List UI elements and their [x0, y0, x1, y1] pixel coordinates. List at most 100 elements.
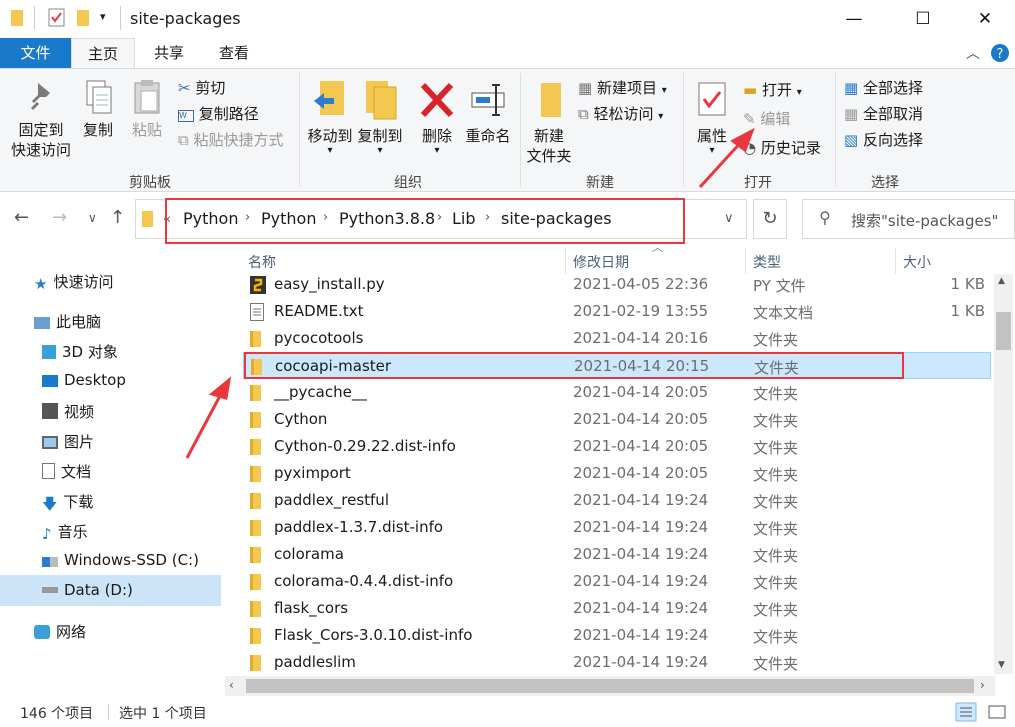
- up-arrow-icon[interactable]: ↑: [110, 207, 125, 228]
- edit-button[interactable]: ✎ 编辑: [743, 109, 790, 129]
- new-folder-button[interactable]: 新建 文件夹: [525, 79, 573, 166]
- select-all-button[interactable]: ▦ 全部选择: [844, 78, 923, 98]
- file-name: flask_cors: [274, 599, 349, 617]
- move-to-label: 移动到: [307, 127, 353, 145]
- delete-icon: [420, 82, 454, 118]
- tab-share[interactable]: 共享: [138, 38, 200, 68]
- nav-downloads[interactable]: 🡇 下载: [42, 491, 94, 513]
- easy-access-label: 轻松访问: [593, 105, 654, 123]
- column-header-date[interactable]: 修改日期: [573, 252, 629, 272]
- window-title: site-packages: [130, 9, 241, 28]
- invert-selection-button[interactable]: ▧ 反向选择: [844, 130, 923, 150]
- file-row[interactable]: easy_install.py 2021-04-05 22:36 PY 文件 1 KB: [243, 271, 991, 298]
- history-button[interactable]: ◔ 历史记录: [743, 138, 821, 158]
- nav-drive-c[interactable]: Windows-SSD (C:): [42, 551, 199, 569]
- paste-shortcut-button[interactable]: ⧉ 粘贴快捷方式: [178, 130, 284, 150]
- copy-path-button[interactable]: W 复制路径: [178, 104, 259, 124]
- vertical-scroll-thumb[interactable]: [996, 312, 1011, 350]
- nav-music[interactable]: ♪ 音乐: [42, 521, 88, 543]
- address-dropdown-icon[interactable]: ∨: [724, 211, 734, 226]
- close-button[interactable]: ✕: [962, 0, 1008, 38]
- file-row[interactable]: README.txt 2021-02-19 13:55 文本文档 1 KB: [243, 298, 991, 325]
- desktop-icon: [42, 375, 58, 387]
- nav-pictures[interactable]: 图片: [42, 431, 94, 452]
- file-row[interactable]: paddlex-1.3.7.dist-info 2021-04-14 19:24 文…: [243, 514, 991, 541]
- column-header-size[interactable]: 大小: [903, 252, 931, 272]
- nav-label: 下载: [63, 493, 94, 511]
- nav-drive-d[interactable]: Data (D:): [42, 581, 133, 599]
- column-header-name[interactable]: 名称: [248, 252, 276, 272]
- file-row[interactable]: Flask_Cors-3.0.10.dist-info 2021-04-14 19…: [243, 622, 991, 649]
- open-button[interactable]: ▬ 打开 ▾: [743, 80, 802, 103]
- dropdown-arrow-icon: ▾: [709, 145, 715, 156]
- easy-access-icon: ⧉: [578, 105, 589, 123]
- copy-to-button[interactable]: 复制到 ▾: [356, 79, 404, 156]
- nav-3d-objects[interactable]: 3D 对象: [42, 341, 118, 362]
- easy-access-button[interactable]: ⧉ 轻松访问 ▾: [578, 104, 663, 127]
- nav-documents[interactable]: 文档: [42, 461, 91, 482]
- file-row[interactable]: flask_cors 2021-04-14 19:24 文件夹: [243, 595, 991, 622]
- cut-button[interactable]: ✂ 剪切: [178, 78, 225, 98]
- customize-quick-access-icon[interactable]: ▾: [100, 10, 106, 23]
- paste-label: 粘贴: [131, 121, 162, 139]
- new-folder-label-1: 新建: [533, 127, 564, 145]
- copy-button[interactable]: 复制: [78, 79, 118, 140]
- file-type: 文件夹: [753, 520, 799, 538]
- move-to-button[interactable]: 移动到 ▾: [306, 79, 354, 156]
- tab-file[interactable]: 文件: [0, 38, 71, 68]
- rename-button[interactable]: 重命名: [463, 79, 513, 146]
- history-label: 历史记录: [760, 139, 821, 157]
- refresh-button[interactable]: ↻: [753, 199, 787, 239]
- file-date: 2021-04-14 19:24: [573, 599, 709, 617]
- horizontal-scroll-thumb[interactable]: [246, 679, 974, 693]
- nav-this-pc[interactable]: 此电脑: [34, 311, 101, 332]
- windows-drive-icon: [42, 557, 58, 567]
- file-row[interactable]: paddleslim 2021-04-14 19:24 文件夹: [243, 649, 991, 676]
- tab-home[interactable]: 主页: [71, 38, 135, 69]
- nav-desktop[interactable]: Desktop: [42, 371, 126, 389]
- scroll-left-icon[interactable]: ‹: [229, 678, 234, 692]
- properties-icon[interactable]: [48, 8, 66, 28]
- nav-quick-access[interactable]: ★ 快速访问: [34, 271, 113, 293]
- new-item-button[interactable]: ▦ 新建项目 ▾: [578, 78, 667, 101]
- pin-quick-access-button[interactable]: 固定到 快速访问: [6, 79, 76, 160]
- details-view-icon[interactable]: [955, 702, 977, 722]
- nav-videos[interactable]: 视频: [42, 401, 94, 422]
- delete-button[interactable]: 删除 ▾: [417, 79, 457, 156]
- recent-locations-chevron-icon[interactable]: ∨: [88, 211, 97, 225]
- file-row[interactable]: colorama-0.4.4.dist-info 2021-04-14 19:24…: [243, 568, 991, 595]
- scroll-down-icon[interactable]: ▼: [998, 660, 1005, 670]
- paste-button[interactable]: 粘贴: [127, 79, 167, 140]
- copy-to-label: 复制到: [357, 127, 403, 145]
- file-row[interactable]: __pycache__ 2021-04-14 20:05 文件夹: [243, 379, 991, 406]
- file-row[interactable]: paddlex_restful 2021-04-14 19:24 文件夹: [243, 487, 991, 514]
- new-folder-label-2: 文件夹: [526, 147, 572, 165]
- select-none-button[interactable]: ▦ 全部取消: [844, 104, 923, 124]
- file-row[interactable]: colorama 2021-04-14 19:24 文件夹: [243, 541, 991, 568]
- properties-button[interactable]: 属性 ▾: [690, 79, 734, 156]
- search-input[interactable]: ⚲ 搜索"site-packages": [802, 199, 1015, 239]
- forward-arrow-icon[interactable]: →: [52, 207, 67, 228]
- folder-icon: [250, 492, 262, 514]
- drive-icon: [42, 587, 58, 593]
- scroll-right-icon[interactable]: ›: [980, 678, 985, 692]
- invert-selection-icon: ▧: [844, 131, 859, 149]
- file-row[interactable]: pyximport 2021-04-14 20:05 文件夹: [243, 460, 991, 487]
- large-icons-view-icon[interactable]: [986, 702, 1008, 722]
- help-icon[interactable]: ?: [990, 43, 1010, 63]
- nav-network[interactable]: 网络: [34, 621, 86, 642]
- new-folder-icon[interactable]: [76, 8, 90, 28]
- file-row[interactable]: Cython 2021-04-14 20:05 文件夹: [243, 406, 991, 433]
- minimize-button[interactable]: —: [831, 0, 877, 38]
- back-arrow-icon[interactable]: ←: [14, 207, 29, 228]
- title-bar: ▾ site-packages — ☐ ✕: [0, 0, 1015, 38]
- tab-view[interactable]: 查看: [203, 38, 265, 68]
- maximize-button[interactable]: ☐: [900, 0, 946, 38]
- scroll-up-icon[interactable]: ▲: [998, 276, 1005, 286]
- file-row[interactable]: Cython-0.29.22.dist-info 2021-04-14 20:05…: [243, 433, 991, 460]
- file-row[interactable]: pycocotools 2021-04-14 20:16 文件夹: [243, 325, 991, 352]
- collapse-ribbon-icon[interactable]: ︿: [966, 43, 980, 63]
- group-label-clipboard: 剪贴板: [129, 175, 171, 191]
- ribbon-divider: [835, 73, 836, 187]
- column-header-type[interactable]: 类型: [753, 252, 781, 272]
